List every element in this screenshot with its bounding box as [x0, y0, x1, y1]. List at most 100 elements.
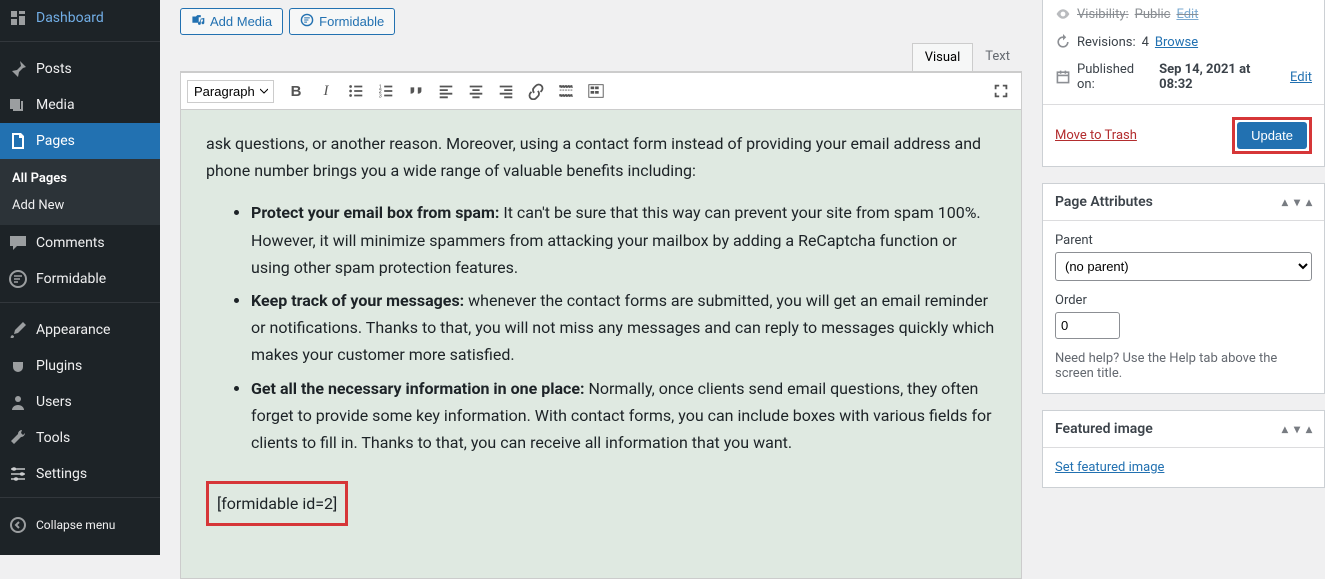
content-bullet-2: Keep track of your messages: whenever th…: [251, 287, 996, 369]
move-down-icon[interactable]: ▾: [1294, 422, 1300, 436]
dashboard-icon: [8, 8, 28, 28]
sidebar-item-label: Settings: [36, 466, 87, 482]
sidebar-item-label: Formidable: [36, 271, 106, 287]
pages-icon: [8, 131, 28, 151]
order-label: Order: [1055, 293, 1312, 308]
sidebar-item-media[interactable]: Media: [0, 87, 160, 123]
sidebar-item-pages[interactable]: Pages: [0, 123, 160, 159]
parent-select[interactable]: (no parent): [1055, 252, 1312, 281]
editor-tabs: Visual Text: [180, 43, 1022, 72]
add-media-label: Add Media: [210, 14, 272, 29]
published-edit[interactable]: Edit: [1290, 70, 1312, 85]
sidebar-item-label: Tools: [36, 430, 70, 446]
brush-icon: [8, 320, 28, 340]
toggle-icon[interactable]: ▴: [1306, 422, 1312, 436]
sidebar-item-label: Plugins: [36, 358, 82, 374]
meta-column: Visibility: Public Edit Revisions: 4 Bro…: [1042, 0, 1325, 555]
sidebar-item-label: Media: [36, 97, 75, 113]
tab-text[interactable]: Text: [973, 43, 1022, 71]
content-bullet-1: Protect your email box from spam: It can…: [251, 199, 996, 281]
media-icon: [8, 95, 28, 115]
sidebar-submenu: All Pages Add New: [0, 159, 160, 225]
ul-button[interactable]: [342, 77, 370, 105]
pin-icon: [8, 59, 28, 79]
sidebar-sub-all-pages[interactable]: All Pages: [0, 165, 160, 192]
sliders-icon: [8, 464, 28, 484]
featured-image-head[interactable]: Featured image ▴ ▾ ▴: [1043, 411, 1324, 448]
sidebar-item-users[interactable]: Users: [0, 384, 160, 420]
toolbar-toggle-button[interactable]: [582, 77, 610, 105]
published-label: Published on:: [1077, 62, 1153, 92]
sidebar-item-label: Dashboard: [36, 10, 104, 26]
sidebar-item-label: Users: [36, 394, 72, 410]
toggle-icon[interactable]: ▴: [1306, 195, 1312, 209]
italic-button[interactable]: I: [312, 77, 340, 105]
move-up-icon[interactable]: ▴: [1282, 422, 1288, 436]
ol-button[interactable]: 123: [372, 77, 400, 105]
visibility-edit[interactable]: Edit: [1176, 7, 1198, 22]
sidebar-item-dashboard[interactable]: Dashboard: [0, 0, 160, 36]
sidebar-item-posts[interactable]: Posts: [0, 51, 160, 87]
main-content: Add Media Formidable Visual Text Paragra…: [160, 0, 1325, 555]
camera-music-icon: [191, 13, 205, 30]
move-to-trash[interactable]: Move to Trash: [1055, 128, 1137, 143]
sidebar-item-label: Appearance: [36, 322, 110, 338]
sidebar-sub-add-new[interactable]: Add New: [0, 192, 160, 219]
published-row: Published on: Sep 14, 2021 at 08:32 Edit: [1043, 56, 1324, 98]
svg-text:3: 3: [379, 93, 382, 99]
sidebar-item-plugins[interactable]: Plugins: [0, 348, 160, 384]
update-highlight: Update: [1232, 117, 1312, 154]
sidebar-item-comments[interactable]: Comments: [0, 225, 160, 261]
visibility-value: Public: [1135, 7, 1171, 22]
revisions-browse[interactable]: Browse: [1155, 35, 1198, 50]
align-right-button[interactable]: [492, 77, 520, 105]
featured-image-box: Featured image ▴ ▾ ▴ Set featured image: [1042, 410, 1325, 488]
sidebar-item-settings[interactable]: Settings: [0, 456, 160, 492]
align-center-button[interactable]: [462, 77, 490, 105]
visibility-label: Visibility:: [1077, 7, 1129, 22]
formidable-button[interactable]: Formidable: [289, 8, 395, 35]
format-select[interactable]: Paragraph: [187, 80, 274, 103]
shortcode-text: [formidable id=2]: [217, 494, 337, 513]
content-bullet-3: Get all the necessary information in one…: [251, 375, 996, 457]
update-button[interactable]: Update: [1237, 122, 1307, 149]
bold-button[interactable]: B: [282, 77, 310, 105]
plug-icon: [8, 356, 28, 376]
link-button[interactable]: [522, 77, 550, 105]
page-attributes-box: Page Attributes ▴ ▾ ▴ Parent (no parent)…: [1042, 183, 1325, 394]
order-input[interactable]: [1055, 312, 1120, 339]
sidebar-item-label: Comments: [36, 235, 105, 251]
add-media-button[interactable]: Add Media: [180, 8, 283, 35]
publish-box: Visibility: Public Edit Revisions: 4 Bro…: [1042, 0, 1325, 167]
user-icon: [8, 392, 28, 412]
revisions-icon: [1055, 34, 1071, 50]
tab-visual[interactable]: Visual: [912, 43, 974, 71]
shortcode-highlight: [formidable id=2]: [206, 481, 348, 526]
admin-sidebar: Dashboard Posts Media Pages All Pages Ad…: [0, 0, 160, 555]
set-featured-image[interactable]: Set featured image: [1055, 460, 1164, 475]
sidebar-item-collapse[interactable]: Collapse menu: [0, 507, 160, 543]
formidable-small-icon: [300, 13, 314, 30]
sidebar-item-tools[interactable]: Tools: [0, 420, 160, 456]
comment-icon: [8, 233, 28, 253]
revisions-count: 4: [1142, 35, 1149, 50]
fullscreen-button[interactable]: [987, 77, 1015, 105]
more-button[interactable]: [552, 77, 580, 105]
quote-button[interactable]: [402, 77, 430, 105]
calendar-icon: [1055, 69, 1071, 85]
move-up-icon[interactable]: ▴: [1282, 195, 1288, 209]
editor-column: Add Media Formidable Visual Text Paragra…: [160, 0, 1042, 555]
sidebar-item-appearance[interactable]: Appearance: [0, 312, 160, 348]
move-down-icon[interactable]: ▾: [1294, 195, 1300, 209]
sidebar-item-label: Pages: [36, 133, 75, 149]
eye-icon: [1055, 6, 1071, 22]
revisions-row: Revisions: 4 Browse: [1043, 28, 1324, 56]
editor-content[interactable]: ask questions, or another reason. Moreov…: [180, 109, 1022, 579]
sidebar-item-formidable[interactable]: Formidable: [0, 261, 160, 297]
align-left-button[interactable]: [432, 77, 460, 105]
revisions-label: Revisions:: [1077, 35, 1136, 50]
sidebar-item-label: Posts: [36, 61, 72, 77]
help-text: Need help? Use the Help tab above the sc…: [1055, 351, 1312, 381]
page-attributes-head[interactable]: Page Attributes ▴ ▾ ▴: [1043, 184, 1324, 221]
formidable-label: Formidable: [319, 14, 384, 29]
